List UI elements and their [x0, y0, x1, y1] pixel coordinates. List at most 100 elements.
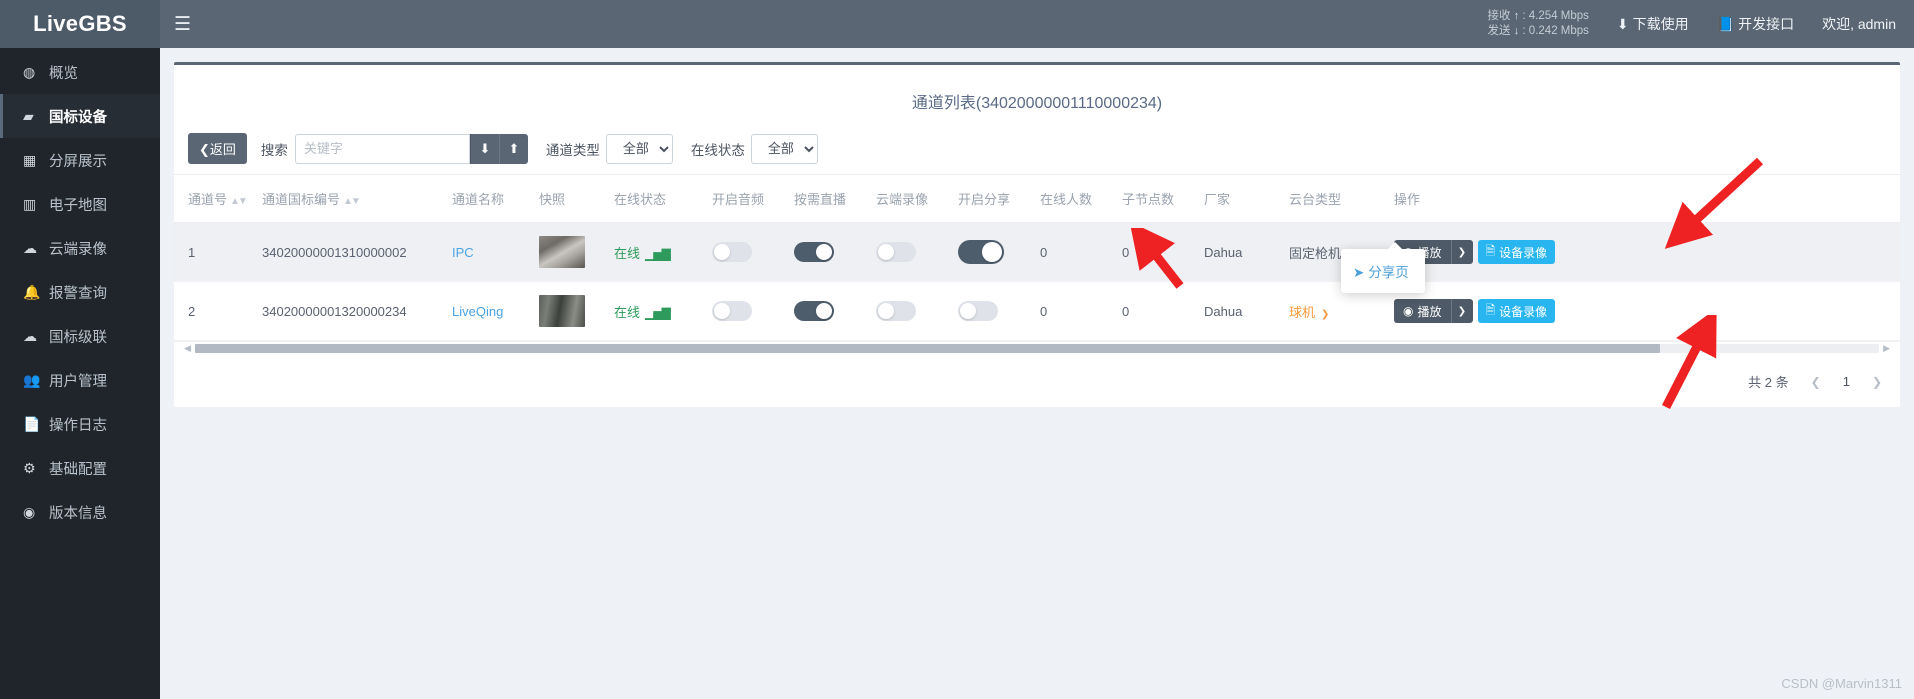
hamburger-icon[interactable]: ☰ — [174, 15, 191, 34]
scrollbar-thumb[interactable] — [194, 343, 1661, 353]
brand-name: LiveGBS — [33, 11, 127, 36]
table-row[interactable]: 2 34020000001320000234 LiveQing 在线 ▁▅▇ 0 0 Dahu… — [174, 281, 1900, 341]
toolbar: ❮返回 搜索 ⬇ ⬆ 通道类型 全部 在线状态 全部 — [174, 133, 1900, 174]
sidebar-item-7[interactable]: 👥 用户管理 — [0, 358, 160, 402]
arrow-down-icon: ↓ — [1513, 25, 1520, 37]
user-welcome[interactable]: 欢迎, admin — [1822, 14, 1896, 34]
column-label: 开启音频 — [712, 192, 765, 207]
file-video-icon: 🗎 — [1485, 302, 1496, 317]
bar-chart-icon[interactable]: ▁▅▇ — [645, 247, 671, 261]
import-button[interactable]: ⬇ — [469, 133, 499, 164]
cell-channel-no: 1 — [174, 222, 262, 282]
toggle-knob — [960, 303, 976, 319]
vendor-text: Dahua — [1204, 244, 1243, 260]
sidebar-item-9[interactable]: ⚙ 基础配置 — [0, 446, 160, 490]
online-status-text: 在线 — [614, 304, 641, 320]
cell-online-users: 0 — [1040, 222, 1122, 282]
sort-icon[interactable]: ▲▼ — [343, 196, 361, 207]
dropdown-item-label: 分享页 — [1368, 265, 1409, 280]
total-count: 共 2 条 — [1748, 375, 1789, 390]
column-header-0[interactable]: 通道号 ▲▼ — [174, 175, 262, 223]
cell-cloud-record — [876, 281, 958, 341]
play-dropdown-toggle[interactable]: ❯ — [1450, 299, 1473, 323]
cell-vendor: Dahua — [1204, 222, 1289, 282]
search-input[interactable] — [294, 133, 470, 164]
dropdown-item-share-page[interactable]: ➤ 分享页 — [1341, 259, 1425, 283]
send-value: : 0.242 Mbps — [1522, 25, 1589, 37]
column-label: 快照 — [539, 192, 566, 207]
snapshot-thumbnail[interactable] — [539, 236, 585, 268]
channel-no-text: 2 — [188, 303, 196, 319]
next-page-button[interactable]: ❯ — [1872, 375, 1882, 389]
table-row[interactable]: 1 34020000001310000002 IPC 在线 ▁▅▇ 0 0 Dahua 固定枪机… — [174, 222, 1900, 282]
book-icon: 📘 — [1716, 16, 1735, 32]
download-link[interactable]: ⬇ 下载使用 — [1617, 14, 1689, 34]
device-record-button[interactable]: 🗎 设备录像 — [1477, 299, 1556, 323]
column-header-1[interactable]: 通道国标编号 ▲▼ — [262, 175, 452, 223]
cloud-record-toggle[interactable] — [876, 242, 916, 262]
bar-chart-icon[interactable]: ▁▅▇ — [645, 306, 671, 320]
sidebar-item-4[interactable]: ☁ 云端录像 — [0, 226, 160, 270]
toggle-knob — [714, 303, 730, 319]
channel-name-link[interactable]: IPC — [452, 245, 474, 260]
sidebar-item-8[interactable]: 📄 操作日志 — [0, 402, 160, 446]
column-header-3: 快照 — [539, 175, 614, 223]
prev-page-button[interactable]: ❮ — [1811, 375, 1821, 389]
search-label: 搜索 — [260, 142, 288, 158]
sidebar: LiveGBS ◍ 概览 ▰ 国标设备 ▦ 分屏展示 ▥ 电子地图 ☁ 云端录像 🔔 报警查询 ☁ 国标级… — [0, 0, 160, 699]
sidebar-item-label: 概览 — [49, 65, 78, 82]
top-header: ☰ 接收 ↑ : 4.254 Mbps 发送 ↓ : 0.242 Mbps ⬇ 下 — [160, 0, 1914, 48]
audio-toggle[interactable] — [712, 301, 752, 321]
grid-icon: ▦ — [23, 151, 37, 168]
sort-icon[interactable]: ▲▼ — [230, 196, 248, 207]
cell-status: 在线 ▁▅▇ — [614, 281, 712, 341]
toggle-knob — [982, 242, 1002, 262]
column-header-9: 在线人数 — [1040, 175, 1122, 223]
toggle-knob — [878, 244, 894, 260]
scroll-right-icon[interactable]: ▶ — [1883, 343, 1890, 354]
sidebar-item-label: 电子地图 — [49, 197, 107, 214]
channel-type-label: 通道类型 — [545, 142, 600, 158]
sidebar-item-1[interactable]: ▰ 国标设备 — [0, 94, 160, 138]
channel-name-link[interactable]: LiveQing — [452, 304, 503, 319]
sidebar-item-2[interactable]: ▦ 分屏展示 — [0, 138, 160, 182]
channel-type-select[interactable]: 全部 — [605, 133, 673, 164]
scrollbar-track[interactable] — [194, 343, 1880, 353]
sidebar-item-0[interactable]: ◍ 概览 — [0, 50, 160, 94]
cell-channel-no: 2 — [174, 281, 262, 341]
play-button[interactable]: ◉播放 — [1394, 299, 1451, 323]
column-header-5: 开启音频 — [712, 175, 794, 223]
scroll-left-icon[interactable]: ◀ — [184, 343, 191, 354]
share-toggle[interactable] — [958, 301, 998, 321]
play-label: 播放 — [1417, 304, 1442, 319]
cell-actions: ◉播放❯🗎设备录像 — [1394, 222, 1900, 282]
cell-actions: ◉播放❯🗎设备录像 — [1394, 281, 1900, 341]
export-button[interactable]: ⬆ — [498, 133, 528, 164]
audio-toggle[interactable] — [712, 242, 752, 262]
sidebar-item-label: 云端录像 — [49, 241, 107, 258]
vendor-text: Dahua — [1204, 303, 1243, 319]
online-status-select[interactable]: 全部 — [750, 133, 818, 164]
column-header-8: 开启分享 — [958, 175, 1040, 223]
column-label: 开启分享 — [958, 192, 1011, 207]
sidebar-item-6[interactable]: ☁ 国标级联 — [0, 314, 160, 358]
ondemand-toggle[interactable] — [794, 301, 834, 321]
cloud-upload-icon: ☁ — [23, 327, 37, 344]
share-toggle[interactable] — [958, 240, 1004, 264]
device-record-button[interactable]: 🗎 设备录像 — [1477, 240, 1556, 264]
page-number[interactable]: 1 — [1843, 374, 1850, 389]
ondemand-toggle[interactable] — [794, 242, 834, 262]
sidebar-item-10[interactable]: ◉ 版本信息 — [0, 490, 160, 534]
horizontal-scrollbar[interactable]: ◀ ▶ — [174, 341, 1900, 354]
cloud-record-toggle[interactable] — [876, 301, 916, 321]
brand-logo[interactable]: LiveGBS — [0, 0, 160, 48]
api-link[interactable]: 📘 开发接口 — [1717, 14, 1794, 34]
sidebar-item-5[interactable]: 🔔 报警查询 — [0, 270, 160, 314]
snapshot-thumbnail[interactable] — [539, 295, 585, 327]
sidebar-item-3[interactable]: ▥ 电子地图 — [0, 182, 160, 226]
play-dropdown-toggle[interactable]: ❯ — [1450, 240, 1473, 264]
column-label: 云端录像 — [876, 192, 929, 207]
ptz-type-select[interactable]: 球机 ❯ — [1289, 305, 1329, 320]
share-icon: ➤ — [1353, 265, 1365, 280]
back-button[interactable]: ❮返回 — [188, 133, 247, 164]
